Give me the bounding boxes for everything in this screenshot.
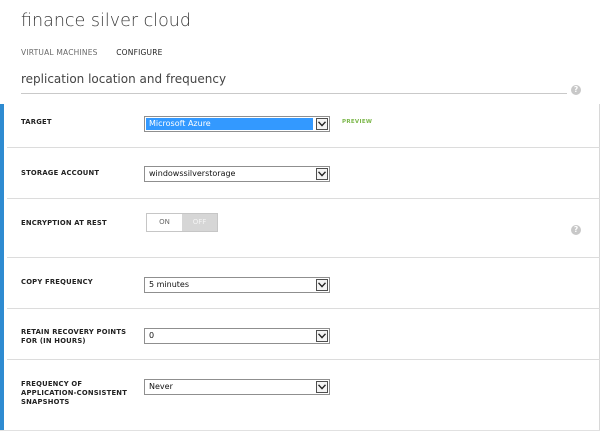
storage-account-value: windowssilverstorage xyxy=(149,169,236,178)
footer-divider xyxy=(0,430,600,436)
retain-recovery-select[interactable]: 0 xyxy=(144,328,330,344)
app-consistent-select[interactable]: Never xyxy=(144,379,330,395)
toggle-off-option[interactable]: OFF xyxy=(182,214,217,231)
chevron-down-icon[interactable] xyxy=(316,168,328,180)
storage-account-select[interactable]: windowssilverstorage xyxy=(144,166,330,182)
copy-frequency-value: 5 minutes xyxy=(149,280,190,289)
tab-virtual-machines[interactable]: VIRTUAL MACHINES xyxy=(21,48,98,57)
section-divider xyxy=(21,93,567,94)
target-select[interactable]: Microsoft Azure xyxy=(144,116,330,132)
app-consistent-value: Never xyxy=(149,382,173,391)
page-title: finance silver cloud xyxy=(21,11,191,31)
row-divider xyxy=(7,198,600,199)
row-divider xyxy=(7,308,600,309)
encryption-toggle[interactable]: ON OFF xyxy=(146,213,218,232)
retain-recovery-label: RETAIN RECOVERY POINTS FOR (IN HOURS) xyxy=(21,328,127,345)
copy-frequency-select[interactable]: 5 minutes xyxy=(144,277,330,293)
help-question-icon[interactable]: ? xyxy=(571,225,581,235)
chevron-down-icon[interactable] xyxy=(316,381,328,393)
target-select-value: Microsoft Azure xyxy=(146,118,313,130)
page-header: finance silver cloud VIRTUAL MACHINES CO… xyxy=(0,0,600,104)
tab-configure[interactable]: CONFIGURE xyxy=(116,48,162,57)
chevron-down-icon[interactable] xyxy=(316,279,328,291)
app-consistent-label: FREQUENCY OF APPLICATION-CONSISTENT SNAP… xyxy=(21,380,128,406)
row-divider xyxy=(7,257,600,258)
row-divider xyxy=(7,359,600,360)
preview-badge: PREVIEW xyxy=(342,119,373,125)
toggle-on-option[interactable]: ON xyxy=(147,214,182,231)
retain-recovery-value: 0 xyxy=(149,331,155,340)
copy-frequency-label: COPY FREQUENCY xyxy=(21,278,93,286)
chevron-down-icon[interactable] xyxy=(316,118,328,130)
tab-bar: VIRTUAL MACHINES CONFIGURE xyxy=(21,48,179,57)
chevron-down-icon[interactable] xyxy=(316,330,328,342)
help-question-icon[interactable]: ? xyxy=(571,85,581,95)
storage-account-label: STORAGE ACCOUNT xyxy=(21,169,100,177)
section-title: replication location and frequency xyxy=(21,72,227,86)
target-label: TARGET xyxy=(21,118,52,126)
encryption-label: ENCRYPTION AT REST xyxy=(21,219,107,227)
row-divider xyxy=(7,147,600,148)
